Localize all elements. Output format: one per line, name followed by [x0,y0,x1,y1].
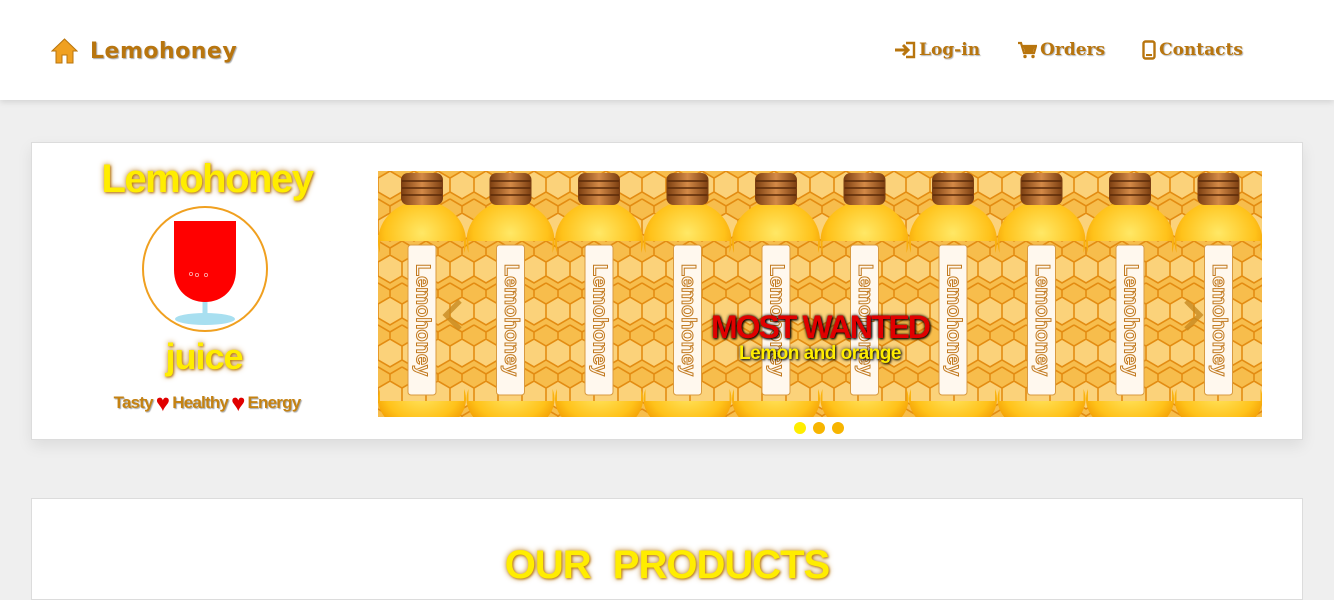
heart-icon: ♥ [231,389,245,417]
nav-contacts-label: Contacts [1159,40,1243,60]
juice-glass-logo [142,206,268,332]
nav-links: Log-in Orders Contacts [894,38,1280,62]
cart-icon [1018,41,1038,59]
carousel-prev-button[interactable] [438,295,468,335]
hero-panel: Lemohoney juice Tasty ♥ Healthy ♥ Energy [31,142,1303,440]
products-title: OUR PRODUCTS [504,543,830,587]
nav-login-link[interactable]: Log-in [894,38,980,62]
nav-orders-label: Orders [1040,40,1106,60]
brand-link[interactable]: Lemohoney [51,36,237,66]
product-carousel[interactable]: Lemohoney Lemohoney Lemohoney Lemohoney Lemo… [378,171,1262,417]
tagline-word-tasty: Tasty [113,393,154,412]
logo-subtitle: juice [165,336,243,377]
heart-icon: ♥ [155,389,170,417]
carousel-next-button[interactable] [1178,295,1208,335]
nav-contacts-link[interactable]: Contacts [1142,38,1243,62]
tagline-word-energy: Energy [247,393,302,412]
carousel-caption-subtitle: Lemon and orange [739,343,901,364]
carousel-indicator-3[interactable] [832,422,844,434]
carousel-indicators [794,422,851,434]
chevron-left-icon [442,299,462,331]
logo-title: Lemohoney [101,157,314,201]
nav-orders-link[interactable]: Orders [1017,38,1105,62]
nav-login-label: Log-in [919,40,981,60]
navbar: Lemohoney Log-in Orders Contacts [0,0,1334,100]
home-icon [51,38,78,64]
products-section: OUR PRODUCTS [31,498,1303,600]
phone-icon [1142,40,1156,60]
tagline-word-healthy: Healthy [172,393,229,412]
brand-name: Lemohoney [90,38,238,64]
juice-glass-icon [174,221,236,325]
carousel-indicator-1[interactable] [794,422,806,434]
tagline: Tasty ♥ Healthy ♥ Energy [92,389,322,417]
chevron-right-icon [1184,299,1204,331]
carousel-slide-image: Lemohoney Lemohoney Lemohoney Lemohoney Lemo… [378,171,1262,417]
carousel-indicator-2[interactable] [813,422,825,434]
login-icon [895,41,916,59]
carousel-caption-title: MOST WANTED [711,309,931,345]
